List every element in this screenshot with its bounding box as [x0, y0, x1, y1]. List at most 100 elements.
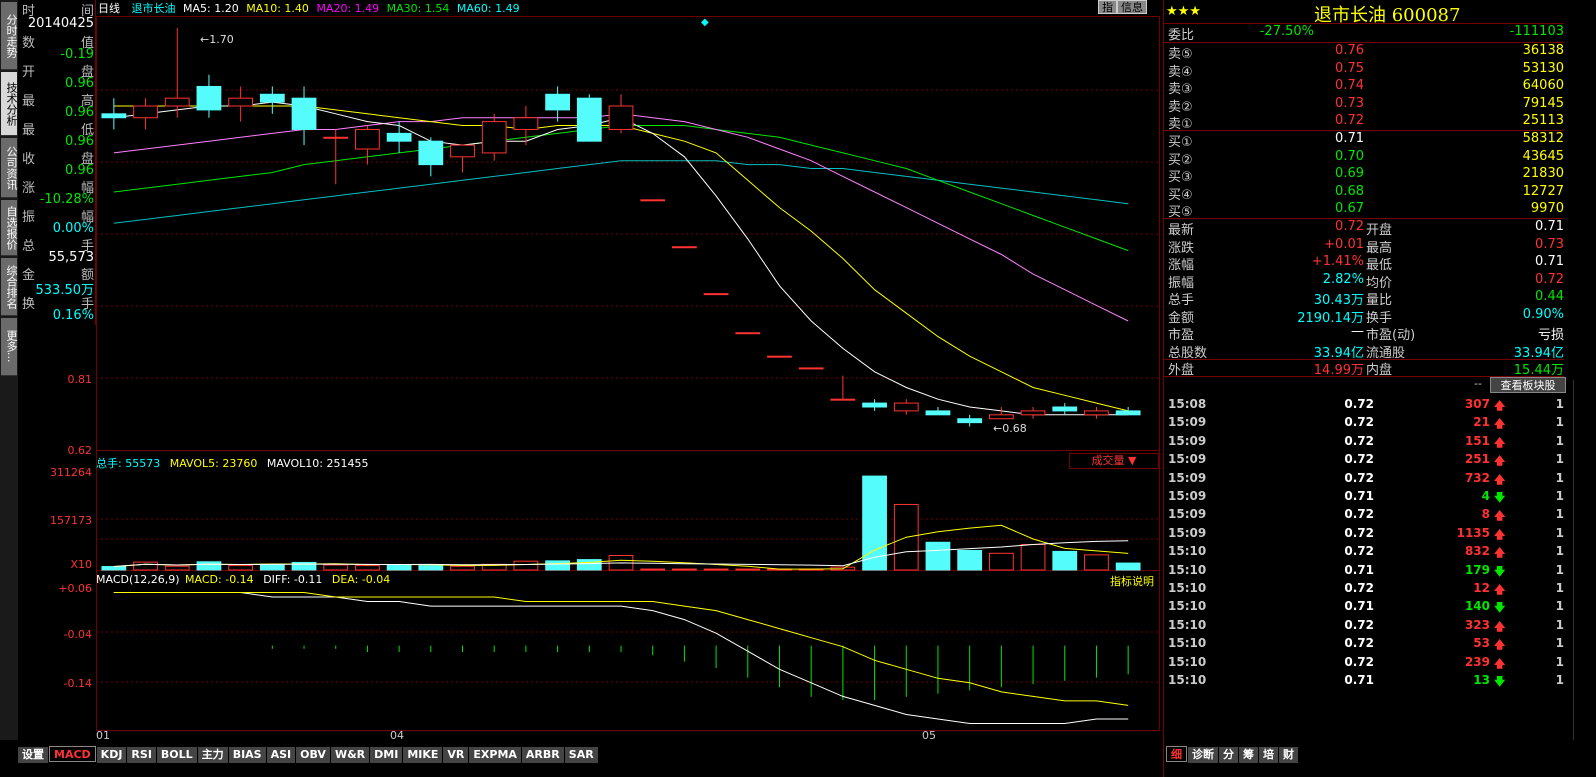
indicator-tab[interactable]: KDJ	[96, 747, 127, 763]
date-value: 20140425	[27, 16, 94, 31]
mavol5: MAVOL5: 23760	[169, 457, 258, 470]
quote-label: 市盈	[1168, 328, 1195, 343]
volume-bar	[450, 565, 475, 571]
candle-body	[355, 128, 380, 150]
buy-level-label: 买④	[1168, 187, 1193, 203]
indicator-tab[interactable]: BOLL	[156, 747, 197, 763]
tick-row: 15:09 0.72 732 🡅 1	[1164, 471, 1564, 489]
detail-tab[interactable]: 财	[1279, 747, 1298, 763]
indicator-tab[interactable]: MIKE	[403, 747, 443, 763]
buy-level-volume: 12727	[1522, 183, 1564, 199]
quote-value: 30.43万	[1313, 293, 1364, 308]
candle-body	[196, 85, 222, 111]
indicator-tab[interactable]: 主力	[197, 747, 228, 763]
tick-count: 1	[1555, 433, 1564, 448]
indicator-tab[interactable]: DMI	[370, 747, 403, 763]
indicator-tab[interactable]: ASI	[266, 747, 296, 763]
sell-level-price: 0.74	[1335, 78, 1364, 93]
arrow-up-icon: 🡅	[1494, 583, 1506, 596]
tab-ranking[interactable]: 综合排名	[1, 258, 18, 316]
indicator-tab[interactable]: VR	[443, 747, 469, 763]
tab-company-info[interactable]: 公司资讯	[1, 138, 18, 198]
indicator-tab[interactable]: MACD	[49, 746, 96, 762]
tick-volume: 307	[1464, 397, 1490, 411]
quote-row: 总手 30.43万 量比 0.44	[1164, 289, 1564, 308]
info-row: 最高	[20, 90, 94, 109]
info-value: -10.28%	[39, 192, 94, 207]
arrow-up-icon: 🡅	[1494, 546, 1506, 560]
indicator-tab[interactable]: RSI	[127, 747, 156, 763]
indicator-tab[interactable]: BIAS	[228, 747, 266, 763]
tab-watchlist[interactable]: 自选报价	[1, 200, 18, 256]
candle-body	[862, 402, 887, 408]
indicator-dropdown[interactable]: 成交量 ▼	[1069, 453, 1159, 469]
diff-value: DIFF: -0.11	[263, 573, 323, 586]
buy-level-row[interactable]: 买② 0.70 43645	[1164, 149, 1564, 168]
quote-value-2: 0.44	[1535, 289, 1564, 304]
volume-bar	[988, 552, 1014, 571]
chevron-down-icon: ▼	[1128, 454, 1137, 467]
tick-price: 0.71	[1344, 562, 1374, 577]
view-sector-button[interactable]: 查看板块股	[1490, 377, 1566, 393]
tick-volume: 151	[1464, 433, 1490, 448]
indicator-tab[interactable]: OBV	[296, 747, 330, 763]
quote-value-2: 0.71	[1535, 254, 1564, 269]
indicator-tab[interactable]: EXPMA	[469, 747, 521, 763]
weibi-pct: -27.50%	[1259, 24, 1314, 39]
tick-volume: 179	[1464, 562, 1490, 577]
volume-bar	[735, 568, 761, 571]
volume-bar	[925, 541, 951, 571]
buy-level-row[interactable]: 买④ 0.68 12727	[1164, 183, 1564, 203]
indicator-tab[interactable]: SAR	[564, 747, 598, 763]
indicator-tab[interactable]: ARBR	[521, 747, 564, 763]
quote-panel: ★★★ 退市长油 600087 委比 -27.50% -111103 卖⑤ 0.76 36…	[1163, 0, 1596, 777]
indicator-help-link[interactable]: 指标说明	[1110, 573, 1154, 589]
detail-tab[interactable]: 培	[1259, 747, 1278, 763]
tick-price: 0.72	[1344, 470, 1374, 485]
info-row: 数值	[20, 32, 94, 51]
tick-row: 15:10 0.72 832 🡅 1	[1164, 544, 1564, 562]
arrow-up-icon: 🡅	[1494, 435, 1506, 449]
buy-level-row[interactable]: 买① 0.71 58312	[1164, 131, 1564, 150]
info-value: 0.96	[65, 105, 94, 120]
price-tick-2: 0.62	[67, 444, 93, 457]
date-row: 20140425	[20, 16, 94, 32]
quote-row: 总股数 33.94亿 流通股 33.94亿	[1164, 342, 1564, 361]
arrow-up-icon: 🡅	[1494, 527, 1506, 541]
tick-volume: 13	[1473, 673, 1490, 687]
volume-bar	[513, 560, 539, 571]
macd-tick-3: -0.14	[63, 677, 92, 690]
detail-tab[interactable]: 细	[1166, 746, 1187, 762]
sell-level-row[interactable]: 卖⑤ 0.76 36138	[1164, 43, 1564, 62]
sell-level-row[interactable]: 卖④ 0.75 53130	[1164, 61, 1564, 80]
tick-count: 1	[1555, 470, 1564, 485]
indicator-tab[interactable]: W&R	[330, 747, 370, 763]
info-row: 开盘	[20, 61, 94, 80]
sell-level-row[interactable]: 卖① 0.72 25113	[1164, 113, 1564, 132]
tick-time: 15:10	[1168, 654, 1207, 669]
volume-bar	[576, 559, 602, 571]
tick-scrollbar[interactable]	[1573, 380, 1593, 740]
tick-volume: 239	[1464, 654, 1490, 669]
detail-tab[interactable]: 诊断	[1188, 747, 1218, 763]
buy-level-row[interactable]: 买⑤ 0.67 9970	[1164, 201, 1564, 220]
detail-tab[interactable]: 筹	[1239, 747, 1258, 763]
tick-volume: 140	[1464, 599, 1490, 614]
tab-technical[interactable]: 技术分析	[1, 72, 18, 136]
quote-label-2: 最低	[1366, 258, 1393, 273]
sell-level-row[interactable]: 卖③ 0.74 64060	[1164, 78, 1564, 97]
sell-level-row[interactable]: 卖② 0.73 79145	[1164, 96, 1564, 115]
indicator-tab[interactable]: 设置	[18, 747, 48, 763]
tick-row: 15:09 0.72 151 🡅 1	[1164, 434, 1564, 452]
tab-more[interactable]: 更多...	[1, 318, 18, 376]
tick-time: 15:10	[1168, 617, 1207, 632]
tick-price: 0.72	[1344, 525, 1374, 540]
quote-value: 33.94亿	[1313, 345, 1364, 361]
sell-level-price: 0.76	[1335, 43, 1364, 58]
buy-level-row[interactable]: 买③ 0.69 21830	[1164, 166, 1564, 185]
tab-intraday[interactable]: 分时走势	[1, 2, 18, 70]
kline-chart[interactable]: ◆	[96, 0, 1161, 740]
arrow-up-icon: 🡅	[1494, 619, 1506, 633]
arrow-down-icon: 🡇	[1494, 675, 1506, 688]
detail-tab[interactable]: 分	[1219, 747, 1238, 763]
